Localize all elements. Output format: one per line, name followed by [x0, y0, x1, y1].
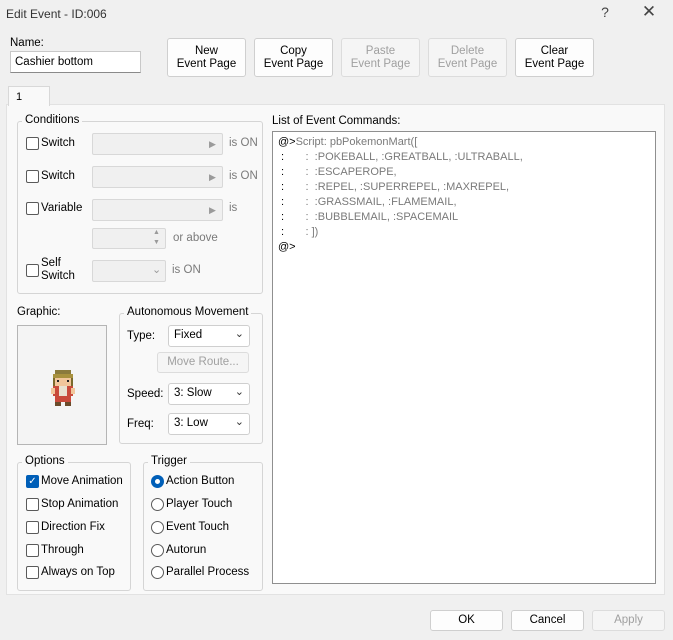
option-label: Through: [41, 544, 84, 556]
spin-up-icon: ▲: [153, 229, 160, 236]
switch2-checkbox[interactable]: [26, 170, 39, 183]
command-line[interactable]: @>Script: pbPokemonMart([: [278, 136, 417, 148]
command-line[interactable]: : : :POKEBALL, :GREATBALL, :ULTRABALL,: [278, 151, 523, 163]
freq-select[interactable]: 3: Low ⌄: [168, 413, 250, 435]
variable-selector: [92, 199, 223, 221]
paste-event-page-button[interactable]: Paste Event Page: [341, 38, 420, 77]
chevron-down-icon: ⌄: [234, 328, 244, 340]
cancel-button[interactable]: Cancel: [511, 610, 584, 631]
speed-select[interactable]: 3: Slow ⌄: [168, 383, 250, 405]
play-arrow-icon: ▶: [209, 172, 216, 182]
trigger-label: Action Button: [166, 475, 235, 487]
move-route-button[interactable]: Move Route...: [157, 352, 249, 373]
command-line[interactable]: : : ]): [278, 226, 318, 238]
new-event-page-button[interactable]: New Event Page: [167, 38, 246, 77]
variable-label: Variable: [41, 202, 83, 214]
speed-label: Speed:: [127, 388, 164, 400]
chevron-down-icon: ⌄: [152, 264, 162, 276]
play-arrow-icon: ▶: [209, 205, 216, 215]
options-title: Options: [22, 455, 68, 467]
help-button[interactable]: ?: [598, 4, 612, 20]
trigger-label: Parallel Process: [166, 566, 250, 578]
apply-button[interactable]: Apply: [592, 610, 665, 631]
tab-page-1[interactable]: 1: [8, 86, 50, 106]
character-sprite-icon: [51, 370, 75, 406]
event-commands-list[interactable]: @>Script: pbPokemonMart([ : : :POKEBALL,…: [272, 131, 656, 584]
self-switch-label: Self Switch: [41, 257, 75, 282]
action-button-radio[interactable]: [151, 475, 164, 488]
copy-event-page-button[interactable]: Copy Event Page: [254, 38, 333, 77]
window-title: Edit Event - ID:006: [6, 7, 107, 21]
switch1-checkbox[interactable]: [26, 137, 39, 150]
switch2-label: Switch: [41, 170, 75, 182]
switch2-suffix: is ON: [229, 170, 258, 182]
clear-event-page-button[interactable]: Clear Event Page: [515, 38, 594, 77]
switch1-selector: [92, 133, 223, 155]
always-on-top-checkbox[interactable]: [26, 566, 39, 579]
graphic-preview[interactable]: [17, 325, 107, 445]
player-touch-radio[interactable]: [151, 498, 164, 511]
variable-suffix: is: [229, 202, 238, 214]
autorun-radio[interactable]: [151, 544, 164, 557]
option-label: Direction Fix: [41, 521, 105, 533]
chevron-down-icon: ⌄: [234, 386, 244, 398]
through-checkbox[interactable]: [26, 544, 39, 557]
direction-fix-checkbox[interactable]: [26, 521, 39, 534]
switch1-label: Switch: [41, 137, 75, 149]
parallel-process-radio[interactable]: [151, 566, 164, 579]
name-input[interactable]: Cashier bottom: [10, 51, 141, 73]
trigger-label: Event Touch: [166, 521, 230, 533]
or-above-label: or above: [173, 232, 218, 244]
trigger-title: Trigger: [148, 455, 190, 467]
command-line[interactable]: : : :REPEL, :SUPERREPEL, :MAXREPEL,: [278, 181, 509, 193]
spin-down-icon: ▼: [153, 239, 160, 246]
conditions-title: Conditions: [22, 114, 83, 126]
autonomous-movement-title: Autonomous Movement: [124, 306, 252, 318]
command-line[interactable]: : : :BUBBLEMAIL, :SPACEMAIL: [278, 211, 458, 223]
close-button[interactable]: ✕: [640, 2, 658, 22]
delete-event-page-button[interactable]: Delete Event Page: [428, 38, 507, 77]
command-line[interactable]: : : :ESCAPEROPE,: [278, 166, 397, 178]
commands-label: List of Event Commands:: [272, 115, 401, 127]
self-switch-suffix: is ON: [172, 264, 201, 276]
switch2-selector: [92, 166, 223, 188]
chevron-down-icon: ⌄: [234, 416, 244, 428]
type-select[interactable]: Fixed ⌄: [168, 325, 250, 347]
move-animation-checkbox[interactable]: ✓: [26, 475, 39, 488]
variable-checkbox[interactable]: [26, 202, 39, 215]
command-line[interactable]: @>: [278, 241, 296, 253]
graphic-label: Graphic:: [17, 306, 61, 318]
option-label: Move Animation: [41, 475, 123, 487]
ok-button[interactable]: OK: [430, 610, 503, 631]
play-arrow-icon: ▶: [209, 139, 216, 149]
stop-animation-checkbox[interactable]: [26, 498, 39, 511]
trigger-label: Player Touch: [166, 498, 233, 510]
trigger-label: Autorun: [166, 544, 207, 556]
event-touch-radio[interactable]: [151, 521, 164, 534]
self-switch-checkbox[interactable]: [26, 264, 39, 277]
command-line[interactable]: : : :GRASSMAIL, :FLAMEMAIL,: [278, 196, 456, 208]
option-label: Always on Top: [41, 566, 115, 578]
type-label: Type:: [127, 330, 156, 342]
freq-label: Freq:: [127, 418, 154, 430]
switch1-suffix: is ON: [229, 137, 258, 149]
name-label: Name:: [10, 37, 44, 49]
option-label: Stop Animation: [41, 498, 119, 510]
